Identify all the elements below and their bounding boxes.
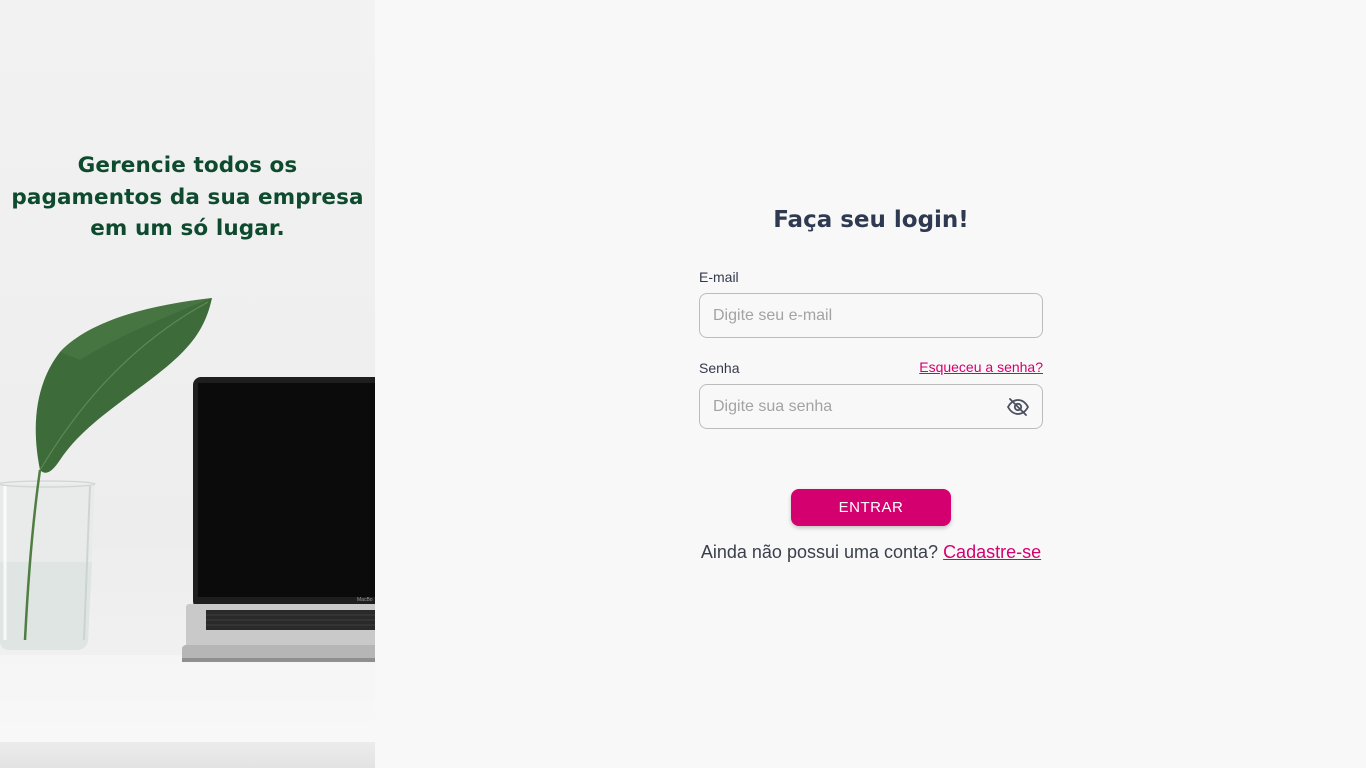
email-label: E-mail [699, 269, 739, 285]
laptop-image: MacBo [182, 377, 375, 662]
glass-vase-image [0, 480, 96, 650]
hero-panel: MacBo Gerencie todos os pagamentos da su… [0, 0, 375, 768]
login-title: Faça seu login! [773, 207, 969, 233]
eye-off-icon[interactable] [1006, 395, 1030, 419]
login-submit-button[interactable]: ENTRAR [791, 489, 951, 526]
signup-link[interactable]: Cadastre-se [943, 542, 1041, 562]
password-label: Senha [699, 360, 740, 376]
signup-prompt-text: Ainda não possui uma conta? [700, 542, 939, 562]
signup-prompt-row: Ainda não possui uma conta? Cadastre-se [699, 540, 1043, 564]
password-field-container [699, 384, 1043, 429]
email-field-container [699, 293, 1043, 338]
password-input[interactable] [700, 385, 1042, 428]
email-input[interactable] [700, 294, 1042, 337]
forgot-password-link[interactable]: Esqueceu a senha? [919, 359, 1043, 375]
hero-headline: Gerencie todos os pagamentos da sua empr… [11, 153, 364, 241]
hero-illustration: MacBo [0, 298, 375, 662]
laptop-brand: MacBo [357, 597, 373, 603]
